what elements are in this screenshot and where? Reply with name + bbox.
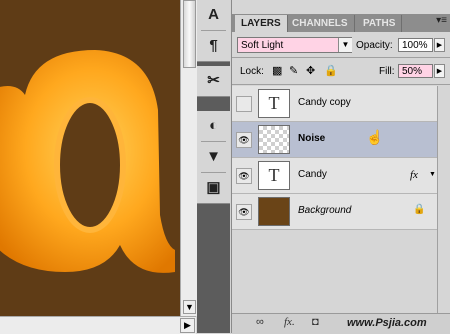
styles-icon[interactable]: ▼ xyxy=(197,142,230,172)
add-style-icon[interactable]: fx. xyxy=(284,316,295,328)
fill-label: Fill: xyxy=(379,66,395,77)
tool-presets-icon[interactable]: ✂ xyxy=(197,66,230,96)
tool-group-tools: ✂ xyxy=(197,66,230,97)
layers-panel: LAYERS CHANNELS PATHS ▾≡ Soft Light ▼ Op… xyxy=(231,0,450,334)
tab-layers[interactable]: LAYERS xyxy=(235,15,288,32)
lock-image-brush-icon[interactable]: ✎ xyxy=(289,64,298,77)
tab-paths[interactable]: PATHS xyxy=(357,15,403,32)
type-layer-thumbnail-icon: T xyxy=(258,161,290,190)
layer-lock-icon: 🔒 xyxy=(413,204,426,215)
scroll-right-icon[interactable]: ▶ xyxy=(180,318,195,333)
fill-field[interactable]: 50% xyxy=(398,64,433,78)
lock-label: Lock: xyxy=(240,66,264,77)
layer-name[interactable]: Candy xyxy=(298,169,327,180)
paragraph-panel-icon[interactable]: ¶ xyxy=(197,31,230,61)
layer-name[interactable]: Background xyxy=(298,205,351,216)
lock-position-move-icon[interactable]: ✥ xyxy=(306,64,315,77)
character-panel-icon[interactable]: A xyxy=(197,0,230,30)
expand-effects-icon[interactable]: ▼ xyxy=(429,171,436,178)
scroll-down-icon[interactable]: ▼ xyxy=(183,300,196,314)
layer-row-noise[interactable]: 👁 Noise ☝ xyxy=(232,122,437,158)
opacity-field[interactable]: 100% xyxy=(398,38,433,52)
layers-scrollbar[interactable] xyxy=(437,86,450,314)
layer-row-candy-copy[interactable]: T Candy copy xyxy=(232,86,437,122)
eye-icon[interactable]: 👁 xyxy=(236,132,252,148)
link-layers-icon[interactable]: ∞ xyxy=(256,316,264,328)
watermark: www.Psjia.com xyxy=(347,317,427,329)
panel-tab-bar: LAYERS CHANNELS PATHS ▾≡ xyxy=(232,14,450,32)
tool-group-text: A ¶ xyxy=(197,0,230,62)
panel-bottom-bar: ∞ fx. ◘ www.Psjia.com xyxy=(232,313,450,334)
layer-thumbnail xyxy=(258,197,290,226)
layer-effects-icon[interactable]: fx xyxy=(410,169,418,181)
layer-thumbnail xyxy=(258,125,290,154)
eye-icon[interactable]: 👁 xyxy=(236,168,252,184)
type-layer-thumbnail-icon: T xyxy=(258,89,290,118)
add-mask-icon[interactable]: ◘ xyxy=(312,316,319,328)
layer-name[interactable]: Candy copy xyxy=(298,97,351,108)
chevron-down-icon[interactable]: ▼ xyxy=(338,38,352,52)
lock-all-icon[interactable]: 🔒 xyxy=(324,64,338,77)
scroll-thumb[interactable] xyxy=(183,0,196,68)
layer-name[interactable]: Noise xyxy=(298,133,325,144)
masks-icon[interactable]: ▣ xyxy=(197,173,230,203)
tool-group-adjust: ◐ ▼ ▣ xyxy=(197,111,230,204)
fill-slider-icon[interactable]: ▶ xyxy=(434,64,445,78)
visibility-toggle[interactable] xyxy=(236,96,252,112)
canvas-vertical-scrollbar[interactable]: ▼ xyxy=(180,0,197,316)
panel-menu-icon[interactable]: ▾≡ xyxy=(436,15,447,26)
eye-icon[interactable]: 👁 xyxy=(236,204,252,220)
tools-strip: A ¶ ✂ ◐ ▼ ▣ xyxy=(197,0,230,333)
document-canvas[interactable] xyxy=(0,0,180,316)
adjustments-icon[interactable]: ◐ xyxy=(197,111,230,141)
layer-row-background[interactable]: 👁 Background 🔒 xyxy=(232,194,437,230)
lock-transparent-icon[interactable]: ▩ xyxy=(272,64,282,77)
layer-row-candy[interactable]: 👁 T Candy fx ▼ xyxy=(232,158,437,194)
opacity-label: Opacity: xyxy=(356,40,393,51)
canvas-horizontal-scrollbar[interactable]: ▶ xyxy=(0,316,196,334)
opacity-slider-icon[interactable]: ▶ xyxy=(434,38,445,52)
tab-channels[interactable]: CHANNELS xyxy=(286,15,355,32)
blend-mode-select[interactable]: Soft Light xyxy=(237,37,352,53)
letter-a-artwork xyxy=(0,50,175,273)
layers-list: T Candy copy 👁 Noise ☝ 👁 T Candy fx ▼ 👁 … xyxy=(232,86,437,230)
hand-cursor-icon: ☝ xyxy=(366,129,384,145)
